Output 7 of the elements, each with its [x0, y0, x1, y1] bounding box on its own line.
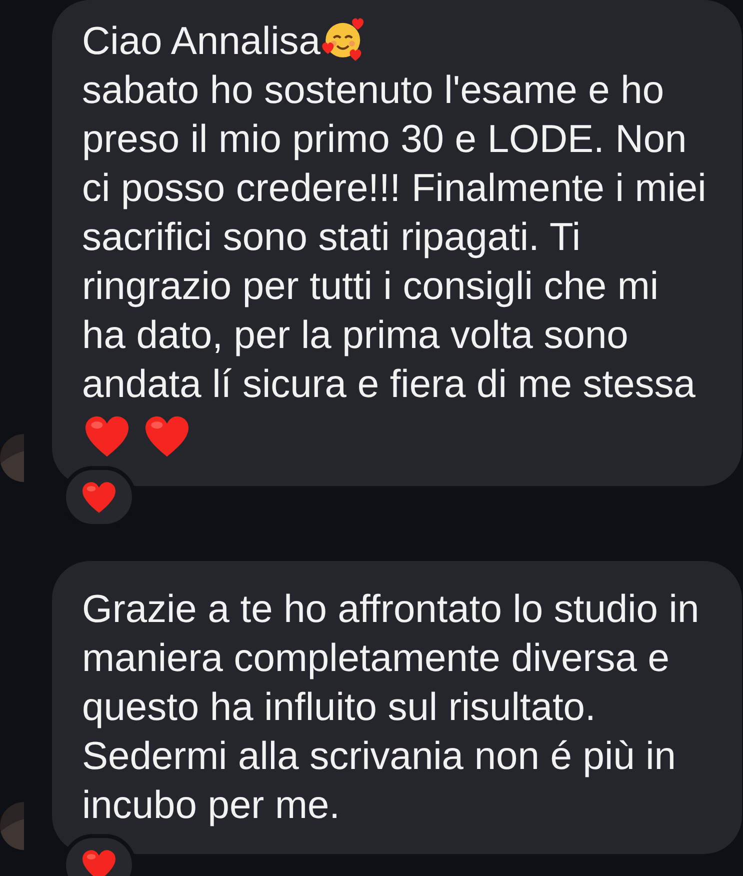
heart-icon [144, 415, 190, 458]
heart-icon [81, 848, 117, 876]
smiling-face-with-hearts-icon [320, 16, 366, 62]
message-text: Ciao Annalisa sabato ho sostenuto l'esame e ho preso il mio primo 30 e LODE. Non ci posso credere!!! Finalmente i miei sacrifici sono stati ripagati. Ti ringrazio per tutti i consigli che mi ha dato, per la prima volta sono andata lí sicura e fiera di me stessa [82, 16, 732, 409]
message-text: Grazie a te ho affrontato lo studio in maniera completamente diversa e questo ha influito sul risultato. Sedermi alla scrivania non é più in incubo per me. [82, 587, 700, 829]
heart-icon [84, 415, 130, 458]
heart-icon [81, 480, 117, 514]
